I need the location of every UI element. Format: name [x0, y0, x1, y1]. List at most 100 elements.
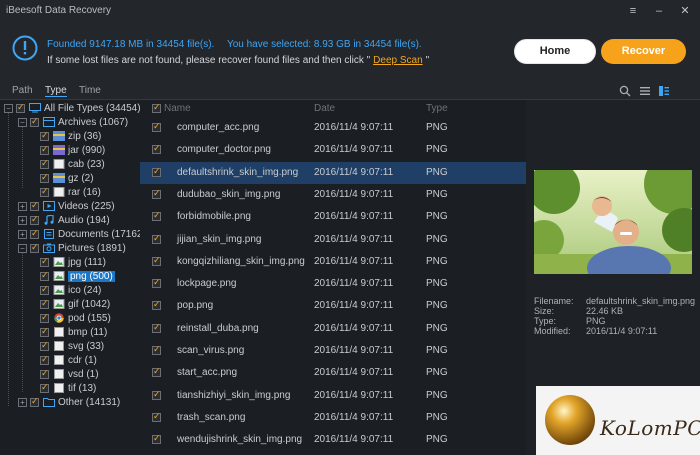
tree-item-pod[interactable]: pod (155)	[40, 311, 111, 325]
tree-item-documents[interactable]: + Documents (17162)	[18, 227, 140, 241]
select-all-checkbox[interactable]	[152, 102, 161, 113]
file-type: PNG	[426, 434, 448, 446]
column-date[interactable]: Date	[314, 103, 335, 114]
row-checkbox[interactable]	[152, 143, 161, 155]
row-checkbox[interactable]	[152, 389, 161, 400]
tree-item-jpg[interactable]: jpg (111)	[40, 255, 106, 269]
table-row[interactable]: computer_acc.png 2016/11/4 9:07:11 PNG	[140, 117, 526, 139]
table-row[interactable]: defaultshrink_skin_img.png 2016/11/4 9:07…	[140, 161, 526, 184]
table-row[interactable]: lockpage.png 2016/11/4 9:07:11 PNG	[140, 273, 526, 295]
row-checkbox[interactable]	[152, 188, 161, 199]
checkbox[interactable]	[40, 368, 49, 379]
table-row[interactable]: pop.png 2016/11/4 9:07:11 PNG	[140, 295, 526, 317]
tree-item-png[interactable]: png (500)	[40, 269, 115, 283]
table-row[interactable]: trash_scan.png 2016/11/4 9:07:11 PNG	[140, 407, 526, 429]
tree-item-cab[interactable]: cab (23)	[40, 157, 105, 171]
checkbox[interactable]	[40, 172, 49, 183]
table-row[interactable]: kongqizhiliang_skin_img.png 2016/11/4 9:0…	[140, 251, 526, 273]
column-type[interactable]: Type	[426, 103, 448, 114]
checkbox[interactable]	[40, 130, 49, 141]
table-row[interactable]: start_acc.png 2016/11/4 9:07:11 PNG	[140, 362, 526, 384]
tree-item-ico[interactable]: ico (24)	[40, 283, 101, 297]
checkbox[interactable]	[40, 298, 49, 309]
checkbox[interactable]	[40, 270, 49, 281]
tree-item-svg[interactable]: svg (33)	[40, 339, 104, 353]
table-row[interactable]: wendujishrink_skin_img.png 2016/11/4 9:07…	[140, 429, 526, 451]
checkbox[interactable]	[30, 396, 39, 407]
row-checkbox[interactable]	[152, 366, 161, 378]
checkbox[interactable]	[40, 144, 49, 155]
collapse-toggle[interactable]: −	[18, 117, 27, 127]
tree-item-rar[interactable]: rar (16)	[40, 185, 101, 199]
collapse-toggle[interactable]: −	[4, 103, 13, 113]
column-name[interactable]: Name	[164, 103, 191, 114]
checkbox[interactable]	[40, 326, 49, 337]
tree-item-gif[interactable]: gif (1042)	[40, 297, 110, 311]
recover-button[interactable]: Recover	[601, 39, 686, 64]
tree-item-cdr[interactable]: cdr (1)	[40, 353, 97, 367]
table-row[interactable]: jijian_skin_img.png 2016/11/4 9:07:11 PNG	[140, 229, 526, 251]
tree-item-vsd[interactable]: vsd (1)	[40, 367, 99, 381]
detail-view-icon[interactable]	[658, 85, 670, 97]
tree-item-jar[interactable]: jar (990)	[40, 143, 105, 157]
checkbox[interactable]	[30, 214, 39, 225]
row-checkbox[interactable]	[152, 166, 161, 177]
tree-item-archives[interactable]: − Archives (1067)	[18, 115, 128, 129]
row-checkbox[interactable]	[152, 322, 161, 333]
search-icon[interactable]	[619, 85, 631, 97]
tab-path[interactable]: Path	[12, 85, 33, 96]
expand-toggle[interactable]: +	[18, 397, 27, 407]
row-checkbox[interactable]	[152, 411, 161, 422]
minimize-icon[interactable]: –	[652, 4, 666, 18]
checkbox[interactable]	[30, 200, 39, 211]
checkbox[interactable]	[40, 354, 49, 365]
tree-item-gz[interactable]: gz (2)	[40, 171, 94, 185]
checkbox[interactable]	[30, 242, 39, 253]
tree-item-videos[interactable]: + Videos (225)	[18, 199, 115, 213]
checkbox[interactable]	[30, 228, 39, 239]
checkbox[interactable]	[40, 186, 49, 197]
tree-item-other[interactable]: + Other (14131)	[18, 395, 120, 409]
file-date: 2016/11/4 9:07:11	[314, 300, 394, 312]
table-row[interactable]: dudubao_skin_img.png 2016/11/4 9:07:11 PNG	[140, 184, 526, 206]
menu-icon[interactable]: ≡	[626, 4, 640, 18]
tree-item-tif[interactable]: tif (13)	[40, 381, 96, 395]
table-row[interactable]: reinstall_duba.png 2016/11/4 9:07:11 PNG	[140, 318, 526, 340]
table-row[interactable]: scan_virus.png 2016/11/4 9:07:11 PNG	[140, 340, 526, 362]
expand-toggle[interactable]: +	[18, 201, 27, 211]
table-row[interactable]: tianshizhiyi_skin_img.png 2016/11/4 9:07:…	[140, 385, 526, 407]
collapse-toggle[interactable]: −	[18, 243, 27, 253]
row-checkbox[interactable]	[152, 210, 161, 222]
row-checkbox[interactable]	[152, 299, 161, 311]
home-button[interactable]: Home	[514, 39, 596, 64]
tab-time[interactable]: Time	[79, 85, 101, 96]
checkbox[interactable]	[40, 382, 49, 393]
tree-item-all[interactable]: − All File Types (34454)	[4, 101, 140, 115]
checkbox[interactable]	[40, 284, 49, 295]
tree-item-zip[interactable]: zip (36)	[40, 129, 101, 143]
checkbox[interactable]	[40, 158, 49, 169]
close-icon[interactable]: ✕	[678, 4, 692, 18]
checkbox[interactable]	[40, 256, 49, 267]
table-row[interactable]: computer_doctor.png 2016/11/4 9:07:11 PNG	[140, 139, 526, 161]
tree-item-pictures[interactable]: − Pictures (1891)	[18, 241, 126, 255]
row-checkbox[interactable]	[152, 344, 161, 355]
expand-toggle[interactable]: +	[18, 229, 27, 239]
deep-scan-link[interactable]: Deep Scan	[373, 55, 422, 66]
tab-type[interactable]: Type	[45, 85, 67, 97]
checkbox[interactable]	[30, 116, 39, 127]
tree-item-bmp[interactable]: bmp (11)	[40, 325, 107, 339]
checkbox[interactable]	[40, 312, 49, 323]
table-row[interactable]: forbidmobile.png 2016/11/4 9:07:11 PNG	[140, 206, 526, 228]
row-checkbox[interactable]	[152, 433, 161, 445]
row-checkbox[interactable]	[152, 255, 161, 266]
row-checkbox[interactable]	[152, 233, 161, 244]
tree-item-audio[interactable]: + Audio (194)	[18, 213, 110, 227]
row-checkbox[interactable]	[152, 121, 161, 132]
expand-toggle[interactable]: +	[18, 215, 27, 225]
file-type-tree: − All File Types (34454) − Archives (106…	[0, 100, 140, 455]
row-checkbox[interactable]	[152, 277, 161, 289]
list-view-icon[interactable]	[639, 85, 651, 97]
checkbox[interactable]	[16, 102, 25, 113]
checkbox[interactable]	[40, 340, 49, 351]
